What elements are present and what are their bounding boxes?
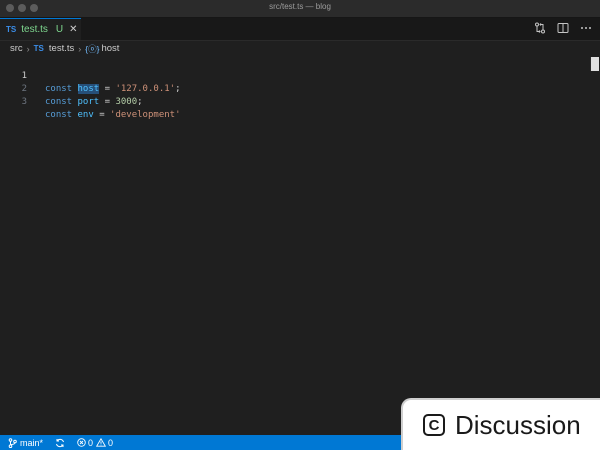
breadcrumb-symbol[interactable]: host — [101, 43, 119, 54]
error-icon — [77, 438, 86, 447]
window-title: src/test.ts — blog — [269, 2, 331, 11]
breadcrumb-folder[interactable]: src — [10, 43, 23, 54]
discussion-logo-icon: C — [423, 414, 445, 436]
breadcrumb-file[interactable]: test.ts — [49, 43, 74, 54]
chevron-right-icon: › — [26, 43, 30, 54]
tab-test-ts[interactable]: TS test.ts U ✕ — [0, 18, 81, 40]
warning-icon — [96, 438, 107, 447]
keyword: const — [45, 97, 73, 107]
git-branch-icon — [8, 437, 17, 448]
keyword: const — [45, 110, 73, 120]
number-literal: 3000 — [115, 97, 138, 107]
sync-button[interactable] — [55, 438, 65, 448]
untracked-badge: U — [55, 24, 64, 35]
variable-symbol-icon: {ⓞ} — [85, 43, 100, 54]
editor-actions — [534, 22, 592, 34]
string-literal: 'development' — [110, 110, 181, 120]
sync-icon — [56, 438, 64, 447]
split-editor-icon[interactable] — [557, 22, 569, 34]
close-icon[interactable]: ✕ — [69, 24, 77, 35]
typescript-file-icon: TS — [33, 44, 44, 53]
operator: = — [104, 97, 111, 107]
line-number: 3 — [21, 97, 27, 107]
more-actions-icon[interactable] — [580, 22, 592, 34]
code-line[interactable]: 1 const host = '127.0.0.1'; — [0, 57, 600, 94]
title-bar: src/test.ts — blog — [0, 0, 600, 18]
discussion-label: Discussion — [455, 409, 581, 440]
operator: = — [99, 110, 105, 120]
warning-count: 0 — [108, 437, 114, 448]
code-line[interactable]: 2 const port = 3000; — [0, 70, 600, 107]
problems-indicator[interactable]: 0 0 — [77, 438, 113, 448]
typescript-file-icon: TS — [6, 25, 17, 34]
discussion-badge: C Discussion — [401, 398, 600, 450]
branch-name: main* — [20, 437, 44, 448]
code-line[interactable]: 3 const env = 'development' — [0, 83, 600, 120]
variable: port — [77, 97, 100, 107]
chevron-right-icon: › — [78, 43, 82, 54]
semicolon: ; — [137, 97, 143, 107]
code-text[interactable]: const env = 'development' — [45, 109, 181, 122]
code-editor[interactable]: 1 const host = '127.0.0.1'; 2 const port… — [0, 57, 600, 435]
variable: env — [77, 110, 94, 120]
code-text[interactable]: const port = 3000; — [45, 96, 143, 109]
tab-bar: TS test.ts U ✕ — [0, 18, 600, 41]
breadcrumb: src › TS test.ts › {ⓞ} host — [0, 41, 600, 56]
error-count: 0 — [88, 437, 94, 448]
branch-indicator[interactable]: main* — [8, 438, 43, 448]
git-compare-icon[interactable] — [534, 22, 546, 34]
tab-label: test.ts — [21, 24, 48, 35]
minimap-slider[interactable] — [590, 57, 599, 71]
